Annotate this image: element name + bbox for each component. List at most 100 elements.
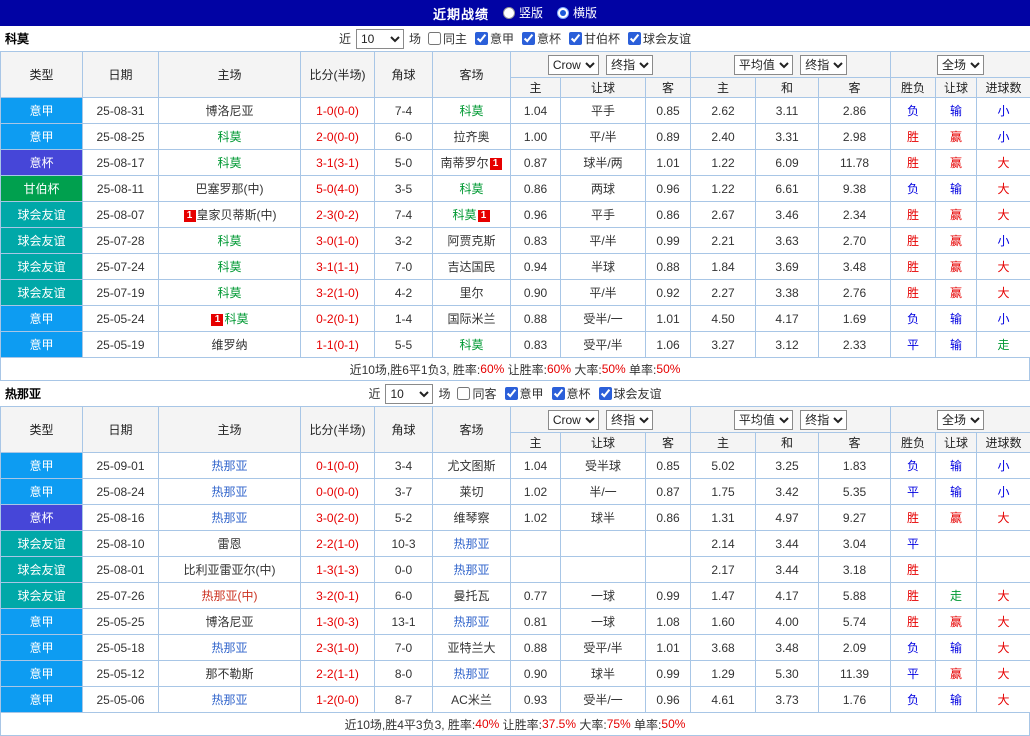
home-team-cell[interactable]: 1科莫: [159, 306, 301, 332]
league-cell: 球会友谊: [1, 583, 83, 609]
checkbox-input[interactable]: [428, 32, 441, 45]
away-team-cell[interactable]: 里尔: [433, 280, 511, 306]
corners-cell: 6-0: [375, 583, 433, 609]
home-team-cell[interactable]: 维罗纳: [159, 332, 301, 358]
checkbox-label: 球会友谊: [614, 385, 662, 402]
layout-radio-0[interactable]: 竖版: [503, 4, 543, 21]
checkbox-input[interactable]: [628, 32, 641, 45]
col-score: 比分(半场): [301, 407, 375, 453]
home-team-cell[interactable]: 热那亚: [159, 635, 301, 661]
avg-draw-cell: 5.30: [756, 661, 819, 687]
away-team-cell[interactable]: 曼托瓦: [433, 583, 511, 609]
home-team-cell[interactable]: 热那亚: [159, 453, 301, 479]
odds-company-select[interactable]: Crow: [548, 55, 599, 75]
filter-checkbox-3[interactable]: 球会友谊: [599, 385, 662, 402]
filter-checkbox-2[interactable]: 意杯: [552, 385, 591, 402]
checkbox-input[interactable]: [522, 32, 535, 45]
home-team-cell[interactable]: 科莫: [159, 124, 301, 150]
away-team-cell[interactable]: 热那亚: [433, 609, 511, 635]
filter-checkbox-2[interactable]: 意杯: [522, 30, 561, 47]
checkbox-input[interactable]: [599, 387, 612, 400]
date-cell: 25-08-11: [83, 176, 159, 202]
home-team-cell[interactable]: 雷恩: [159, 531, 301, 557]
home-team-cell[interactable]: 热那亚: [159, 479, 301, 505]
odds-home-cell: [511, 557, 561, 583]
away-team-cell[interactable]: 亚特兰大: [433, 635, 511, 661]
away-team-cell[interactable]: 拉齐奥: [433, 124, 511, 150]
odds-home-cell: 1.04: [511, 98, 561, 124]
away-team-cell[interactable]: 科莫: [433, 176, 511, 202]
home-team-cell[interactable]: 比利亚雷亚尔(中): [159, 557, 301, 583]
result-cell: 胜: [891, 228, 936, 254]
match-row: 球会友谊 25-07-28 科莫 3-0(1-0) 3-2 阿贾克斯 0.83 …: [1, 228, 1030, 254]
checkbox-input[interactable]: [457, 387, 470, 400]
home-team-cell[interactable]: 博洛尼亚: [159, 98, 301, 124]
avg-stage-select[interactable]: 终指: [800, 55, 847, 75]
away-team-cell[interactable]: AC米兰: [433, 687, 511, 713]
avg-source-select[interactable]: 平均值: [734, 55, 793, 75]
odds-stage-select[interactable]: 终指: [606, 410, 653, 430]
odds-handicap-cell: 受平/半: [561, 332, 646, 358]
filter-checkbox-0[interactable]: 同主: [428, 30, 467, 47]
home-team-cell[interactable]: 热那亚: [159, 687, 301, 713]
team-name: 科莫: [5, 30, 29, 47]
col-home: 主场: [159, 52, 301, 98]
away-team-cell[interactable]: 维琴察: [433, 505, 511, 531]
scope-select[interactable]: 全场: [937, 410, 984, 430]
avg-stage-select[interactable]: 终指: [800, 410, 847, 430]
handicap-result-cell: 输: [936, 453, 977, 479]
odds-home-cell: 1.00: [511, 124, 561, 150]
result-cell: 平: [891, 332, 936, 358]
result-cell: 胜: [891, 505, 936, 531]
checkbox-input[interactable]: [475, 32, 488, 45]
home-team-cell[interactable]: 热那亚: [159, 505, 301, 531]
checkbox-input[interactable]: [552, 387, 565, 400]
away-team-cell[interactable]: 科莫: [433, 98, 511, 124]
checkbox-input[interactable]: [569, 32, 582, 45]
layout-radio-1[interactable]: 横版: [557, 4, 597, 21]
subcol-7: 让球: [936, 78, 977, 98]
filter-checkbox-1[interactable]: 意甲: [505, 385, 544, 402]
goals-result-cell: 大: [977, 505, 1030, 531]
checkbox-input[interactable]: [505, 387, 518, 400]
away-team-cell[interactable]: 热那亚: [433, 661, 511, 687]
avg-source-select[interactable]: 平均值: [734, 410, 793, 430]
home-team-cell[interactable]: 科莫: [159, 254, 301, 280]
match-count-select[interactable]: 10: [356, 29, 404, 49]
odds-company-select[interactable]: Crow: [548, 410, 599, 430]
home-team-cell[interactable]: 热那亚(中): [159, 583, 301, 609]
away-team-cell[interactable]: 南蒂罗尔1: [433, 150, 511, 176]
filter-checkbox-4[interactable]: 球会友谊: [628, 30, 691, 47]
away-team-cell[interactable]: 阿贾克斯: [433, 228, 511, 254]
home-team-cell[interactable]: 科莫: [159, 228, 301, 254]
away-team-cell[interactable]: 国际米兰: [433, 306, 511, 332]
match-row: 意甲 25-08-24 热那亚 0-0(0-0) 3-7 莱切 1.02 半/一…: [1, 479, 1030, 505]
league-cell: 球会友谊: [1, 254, 83, 280]
away-team-cell[interactable]: 科莫: [433, 332, 511, 358]
home-team-cell[interactable]: 博洛尼亚: [159, 609, 301, 635]
away-team-cell[interactable]: 尤文图斯: [433, 453, 511, 479]
away-team-cell[interactable]: 科莫1: [433, 202, 511, 228]
goals-result-cell: 大: [977, 202, 1030, 228]
league-cell: 意杯: [1, 150, 83, 176]
checkbox-label: 同主: [443, 30, 467, 47]
away-team-cell[interactable]: 热那亚: [433, 557, 511, 583]
home-team-cell[interactable]: 科莫: [159, 150, 301, 176]
away-team-cell[interactable]: 热那亚: [433, 531, 511, 557]
away-team-cell[interactable]: 吉达国民: [433, 254, 511, 280]
scope-select[interactable]: 全场: [937, 55, 984, 75]
odds-away-cell: 0.89: [646, 124, 691, 150]
home-team-cell[interactable]: 巴塞罗那(中): [159, 176, 301, 202]
goals-result-cell: 小: [977, 453, 1030, 479]
filter-checkbox-0[interactable]: 同客: [457, 385, 496, 402]
score-cell: 3-0(1-0): [301, 228, 375, 254]
filter-checkbox-1[interactable]: 意甲: [475, 30, 514, 47]
match-count-select[interactable]: 10: [385, 384, 433, 404]
avg-home-cell: 1.84: [691, 254, 756, 280]
home-team-cell[interactable]: 那不勒斯: [159, 661, 301, 687]
away-team-cell[interactable]: 莱切: [433, 479, 511, 505]
odds-stage-select[interactable]: 终指: [606, 55, 653, 75]
filter-checkbox-3[interactable]: 甘伯杯: [569, 30, 620, 47]
home-team-cell[interactable]: 科莫: [159, 280, 301, 306]
home-team-cell[interactable]: 1皇家贝蒂斯(中): [159, 202, 301, 228]
